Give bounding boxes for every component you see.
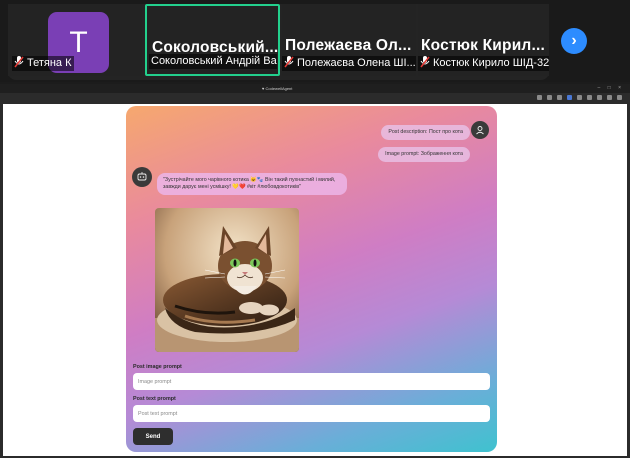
mic-muted-icon: [14, 56, 24, 68]
user-avatar: [471, 121, 489, 139]
text-prompt-label: Post text prompt: [133, 396, 176, 402]
extension-icon[interactable]: [557, 95, 562, 100]
user-message: Post description: Пост про кота: [381, 125, 470, 140]
robot-icon: [137, 172, 147, 181]
extension-blue-icon[interactable]: [567, 95, 572, 100]
participant-tile-1[interactable]: T Тетяна К: [8, 4, 142, 76]
browser-tab-title[interactable]: ♥ CodewellAgent: [262, 84, 292, 93]
participant-tile-4[interactable]: Костюк Кирил... Костюк Кирило ШІД-32: [418, 4, 549, 76]
app-card: Post description: Пост про кота Image pr…: [126, 106, 497, 452]
puzzle-icon[interactable]: [597, 95, 602, 100]
window-controls[interactable]: – □ ×: [598, 84, 625, 93]
generated-cat-image: [155, 208, 299, 352]
user-message: Image prompt: Зображення кота: [378, 147, 470, 162]
page-viewport: Post description: Пост про кота Image pr…: [3, 104, 627, 456]
bot-avatar: [132, 167, 152, 187]
bookmark-icon[interactable]: [537, 95, 542, 100]
participant-big-name: Костюк Кирил...: [421, 37, 545, 54]
mic-muted-icon: [284, 56, 294, 68]
menu-icon[interactable]: [617, 95, 622, 100]
participant-tile-3[interactable]: Полежаєва Ол... Полежаєва Олена ШІ...: [282, 4, 416, 76]
participant-name-label: Полежаєва Олена ШІ...: [282, 56, 416, 71]
browser-tab-bar: ♥ CodewellAgent – □ ×: [0, 84, 630, 93]
next-page-button[interactable]: ›: [561, 28, 587, 54]
toolbar-icons: [537, 95, 622, 100]
bot-message: "Зустрічайте мого чарівного котика 😺🐾 Ві…: [157, 173, 347, 195]
extension-icon[interactable]: [587, 95, 592, 100]
mic-muted-icon: [420, 56, 430, 68]
cat-image: [155, 208, 299, 352]
profile-icon[interactable]: [607, 95, 612, 100]
translate-icon[interactable]: [577, 95, 582, 100]
participant-name-label: Костюк Кирило ШІД-32: [418, 56, 549, 71]
user-icon: [476, 126, 484, 135]
chevron-right-icon: ›: [571, 32, 577, 49]
text-prompt-input[interactable]: [133, 405, 490, 422]
participant-name-label: Тетяна К: [12, 56, 74, 71]
star-icon[interactable]: [547, 95, 552, 100]
participant-big-name: Полежаєва Ол...: [285, 37, 412, 54]
image-prompt-input[interactable]: [133, 373, 490, 390]
image-prompt-label: Post image prompt: [133, 364, 182, 370]
meeting-participant-strip: T Тетяна К Соколовський... Соколовський …: [0, 0, 630, 82]
participant-tile-2-active[interactable]: Соколовський... Соколовський Андрій Ва..…: [145, 4, 280, 76]
send-button[interactable]: Send: [133, 428, 173, 445]
browser-window: ♥ CodewellAgent – □ × Post description: …: [0, 84, 630, 458]
participant-name-label: Соколовський Андрій Ва...: [149, 54, 277, 69]
browser-toolbar: [0, 93, 630, 104]
